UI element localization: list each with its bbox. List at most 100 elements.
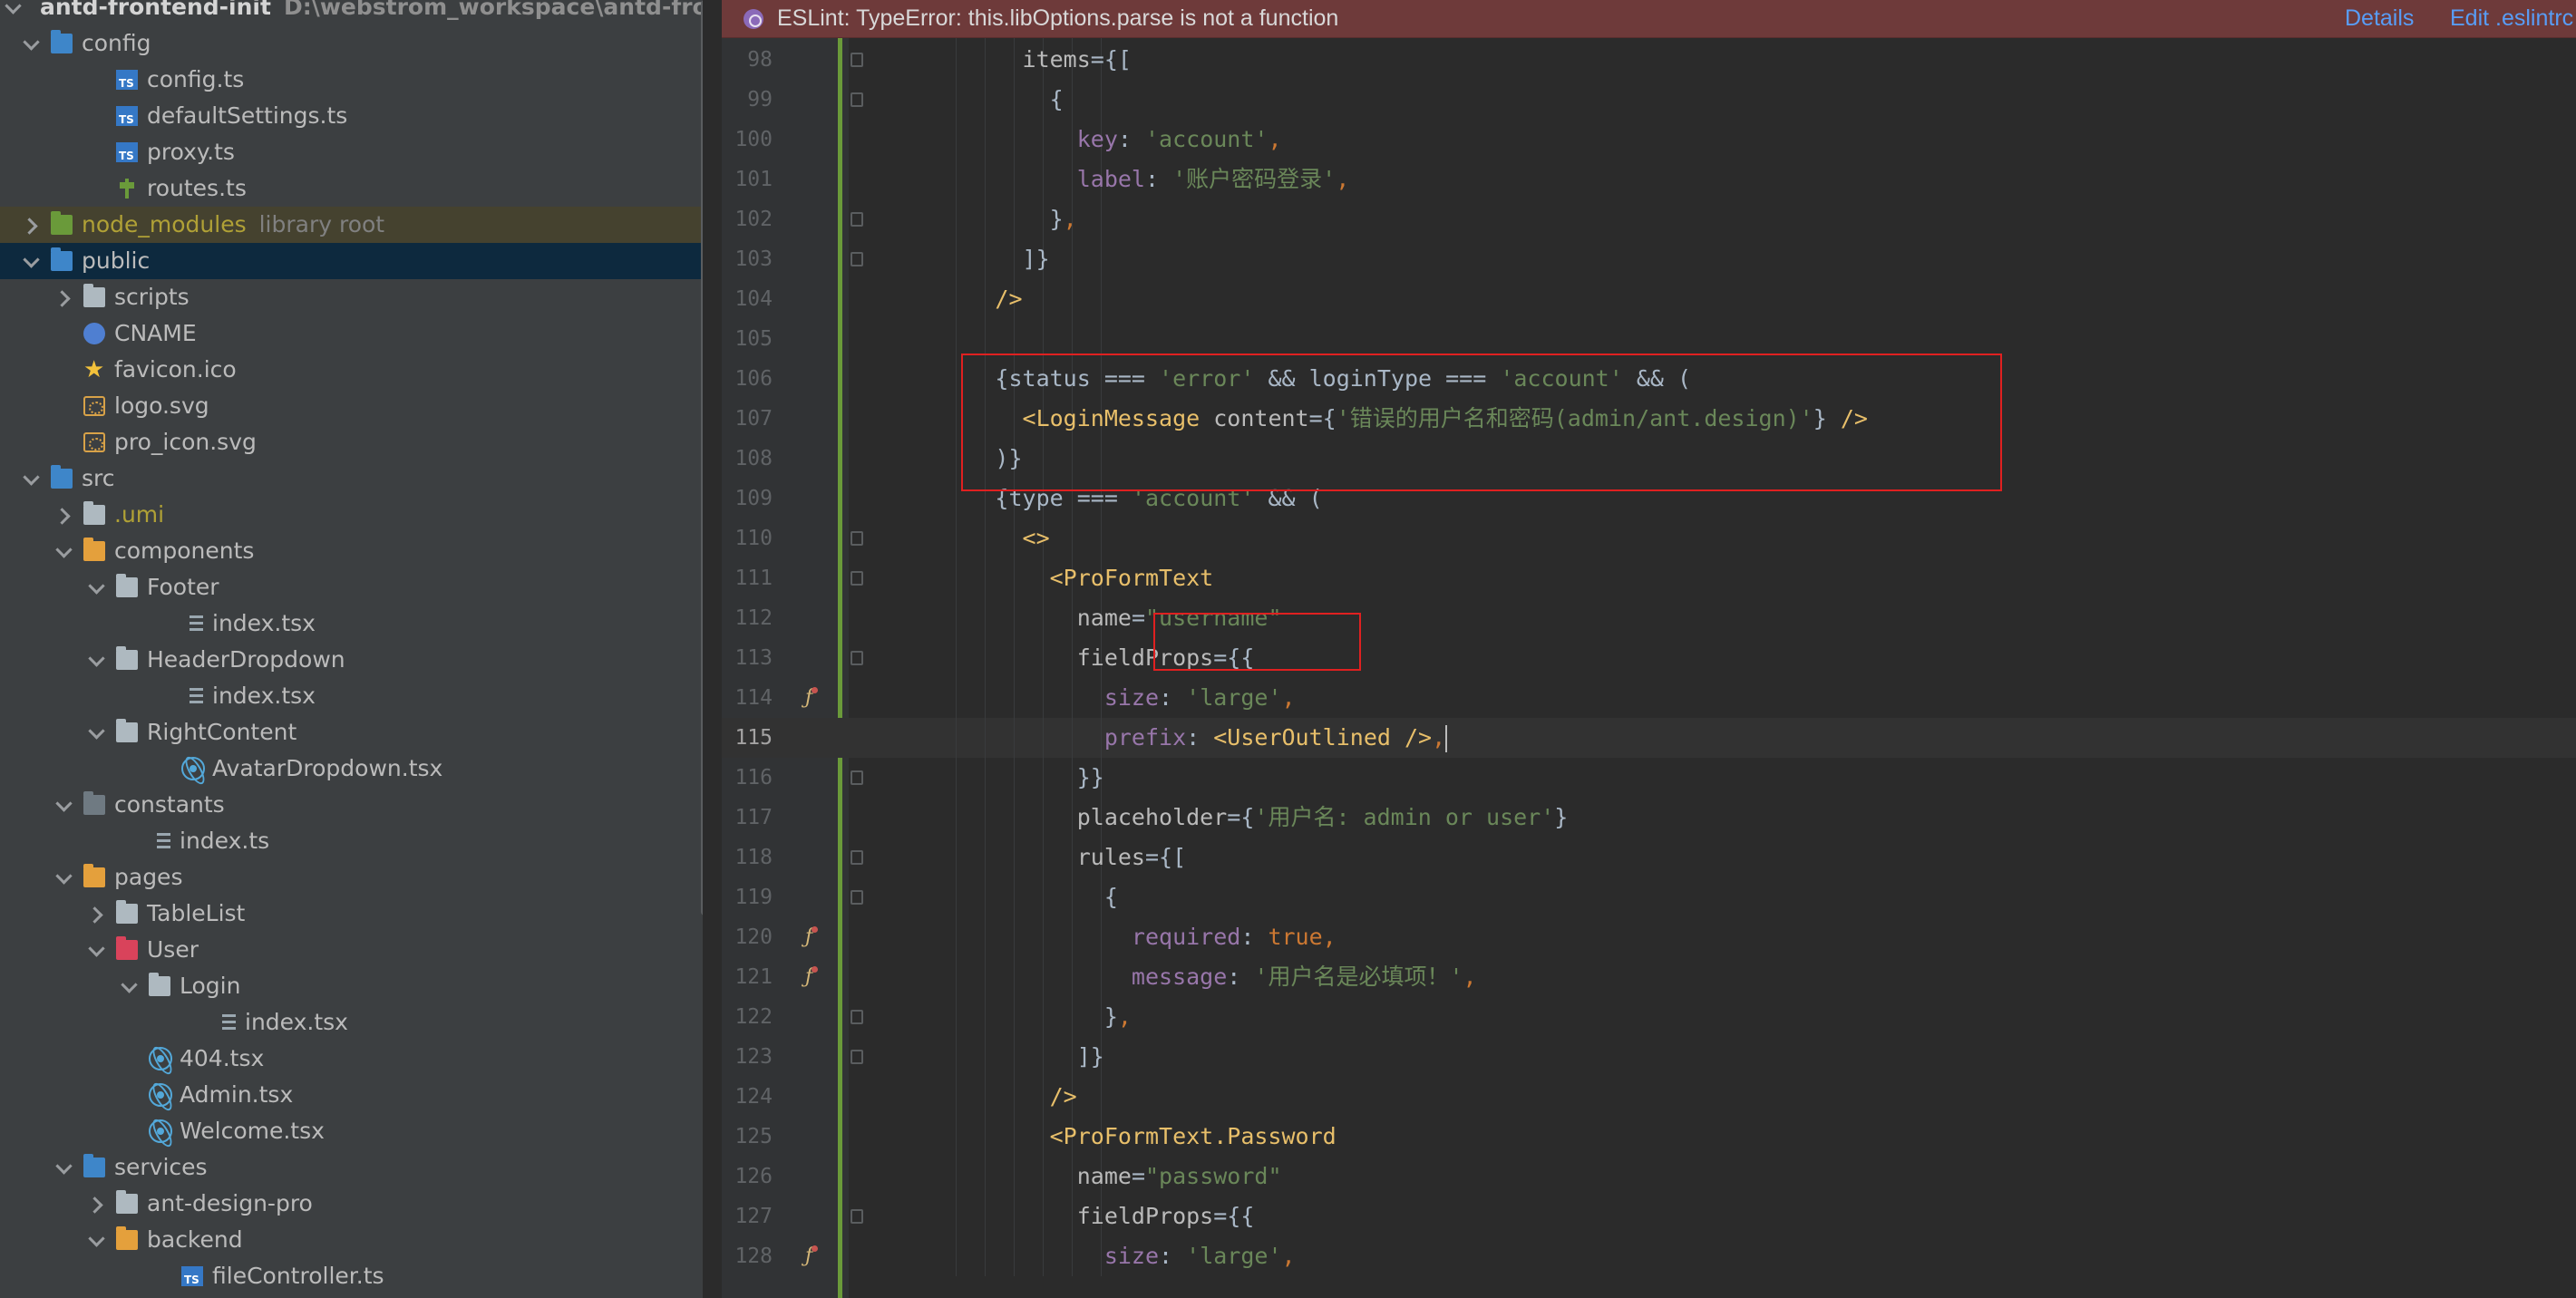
tree-item[interactable]: AvatarDropdown.tsx xyxy=(0,751,703,787)
code-editor[interactable]: 97 centered98 items={[99 {100 key: 'acco… xyxy=(722,0,2576,1298)
line-number[interactable]: 101 xyxy=(722,160,773,199)
chevron-down-icon[interactable] xyxy=(5,0,20,15)
tree-item[interactable]: scripts xyxy=(0,279,703,315)
code-line[interactable]: 100 key: 'account', xyxy=(722,120,2576,160)
code-text[interactable]: ]} xyxy=(886,1037,1104,1077)
tree-item[interactable]: index.tsx xyxy=(0,1004,703,1041)
fold-marker-icon[interactable] xyxy=(851,571,863,586)
function-gutter-icon[interactable]: ƒ xyxy=(805,678,819,718)
code-text[interactable]: }, xyxy=(886,199,1077,239)
code-text[interactable]: /> xyxy=(886,279,1022,319)
code-text[interactable]: required: true, xyxy=(886,917,1337,957)
code-line[interactable]: 117 placeholder={'用户名: admin or user'} xyxy=(722,798,2576,838)
fold-marker-icon[interactable] xyxy=(851,53,863,67)
line-number[interactable]: 114 xyxy=(722,678,773,718)
code-text[interactable]: key: 'account', xyxy=(886,120,1282,160)
line-number[interactable]: 102 xyxy=(722,199,773,239)
code-text[interactable]: }} xyxy=(886,758,1104,798)
line-number[interactable]: 124 xyxy=(722,1077,773,1117)
fold-marker-icon[interactable] xyxy=(851,1010,863,1024)
code-line[interactable]: 102 }, xyxy=(722,199,2576,239)
chevron-down-icon[interactable] xyxy=(122,979,136,993)
line-number[interactable]: 122 xyxy=(722,997,773,1037)
tree-item[interactable]: pro_icon.svg xyxy=(0,424,703,460)
tree-item[interactable]: 404.tsx xyxy=(0,1041,703,1077)
code-line[interactable]: 128 ƒ size: 'large', xyxy=(722,1236,2576,1276)
tree-item[interactable]: config xyxy=(0,25,703,62)
fold-marker-icon[interactable] xyxy=(851,890,863,905)
line-number[interactable]: 100 xyxy=(722,120,773,160)
code-text[interactable]: size: 'large', xyxy=(886,678,1296,718)
tree-item[interactable]: ★ favicon.ico xyxy=(0,352,703,388)
code-line[interactable]: 104 /> xyxy=(722,279,2576,319)
chevron-right-icon[interactable] xyxy=(56,290,71,305)
code-text[interactable]: placeholder={'用户名: admin or user'} xyxy=(886,798,1569,838)
line-number[interactable]: 108 xyxy=(722,439,773,479)
line-number[interactable]: 117 xyxy=(722,798,773,838)
code-line[interactable]: 99 { xyxy=(722,80,2576,120)
code-line[interactable]: 114 ƒ size: 'large', xyxy=(722,678,2576,718)
code-text[interactable]: items={[ xyxy=(886,40,1132,80)
chevron-right-icon[interactable] xyxy=(56,508,71,522)
line-number[interactable]: 99 xyxy=(722,80,773,120)
code-line[interactable]: 127 fieldProps={{ xyxy=(722,1196,2576,1236)
code-text[interactable]: size: 'large', xyxy=(886,1236,1296,1276)
line-number[interactable]: 126 xyxy=(722,1157,773,1196)
tree-item[interactable]: .umi xyxy=(0,497,703,533)
code-line[interactable]: 98 items={[ xyxy=(722,40,2576,80)
tree-item[interactable]: TS defaultSettings.ts xyxy=(0,98,703,134)
code-text[interactable]: { xyxy=(886,877,1118,917)
chevron-down-icon[interactable] xyxy=(56,870,71,885)
fold-marker-icon[interactable] xyxy=(851,531,863,546)
code-line[interactable]: 110 <> xyxy=(722,518,2576,558)
fold-marker-icon[interactable] xyxy=(851,212,863,227)
code-text[interactable]: rules={[ xyxy=(886,838,1186,877)
tree-item[interactable]: TS proxy.ts xyxy=(0,134,703,170)
fold-marker-icon[interactable] xyxy=(851,252,863,266)
tree-item[interactable]: index.ts xyxy=(0,823,703,859)
fold-marker-icon[interactable] xyxy=(851,1209,863,1224)
line-number[interactable]: 120 xyxy=(722,917,773,957)
line-number[interactable]: 116 xyxy=(722,758,773,798)
tree-item[interactable]: TableList xyxy=(0,896,703,932)
code-text[interactable]: <ProFormText xyxy=(886,558,1214,598)
chevron-right-icon[interactable] xyxy=(89,1196,103,1211)
line-number[interactable]: 119 xyxy=(722,877,773,917)
code-line[interactable]: 125 <ProFormText.Password xyxy=(722,1117,2576,1157)
code-line[interactable]: 118 rules={[ xyxy=(722,838,2576,877)
line-number[interactable]: 128 xyxy=(722,1236,773,1276)
tree-item[interactable]: index.tsx xyxy=(0,605,703,642)
tree-item[interactable]: TS fileController.ts xyxy=(0,1258,703,1294)
code-line[interactable]: 103 ]} xyxy=(722,239,2576,279)
line-number[interactable]: 123 xyxy=(722,1037,773,1077)
code-line[interactable]: 116 }} xyxy=(722,758,2576,798)
line-number[interactable]: 98 xyxy=(722,40,773,80)
edit-eslintrc-link[interactable]: Edit .eslintrc xyxy=(2450,0,2573,36)
tree-item[interactable]: HeaderDropdown xyxy=(0,642,703,678)
line-number[interactable]: 121 xyxy=(722,957,773,997)
chevron-down-icon[interactable] xyxy=(89,943,103,957)
code-line[interactable]: 101 label: '账户密码登录', xyxy=(722,160,2576,199)
code-text[interactable]: { xyxy=(886,80,1064,120)
tree-item[interactable]: public xyxy=(0,243,703,279)
tree-item[interactable]: components xyxy=(0,533,703,569)
tree-item[interactable]: index.tsx xyxy=(0,678,703,714)
code-line[interactable]: 111 <ProFormText xyxy=(722,558,2576,598)
tree-item[interactable]: User xyxy=(0,932,703,968)
code-text[interactable]: fieldProps={{ xyxy=(886,1196,1255,1236)
chevron-down-icon[interactable] xyxy=(24,254,38,268)
fold-marker-icon[interactable] xyxy=(851,651,863,665)
chevron-down-icon[interactable] xyxy=(24,36,38,51)
tree-item[interactable]: CNAME xyxy=(0,315,703,352)
chevron-down-icon[interactable] xyxy=(56,1160,71,1175)
chevron-down-icon[interactable] xyxy=(24,471,38,486)
line-number[interactable]: 103 xyxy=(722,239,773,279)
chevron-right-icon[interactable] xyxy=(89,906,103,921)
line-number[interactable]: 112 xyxy=(722,598,773,638)
tree-item[interactable]: Welcome.tsx xyxy=(0,1113,703,1149)
code-line[interactable]: 120 ƒ required: true, xyxy=(722,917,2576,957)
line-number[interactable]: 110 xyxy=(722,518,773,558)
tree-item[interactable]: backend xyxy=(0,1222,703,1258)
code-text[interactable]: label: '账户密码登录', xyxy=(886,160,1350,199)
tree-item[interactable]: logo.svg xyxy=(0,388,703,424)
